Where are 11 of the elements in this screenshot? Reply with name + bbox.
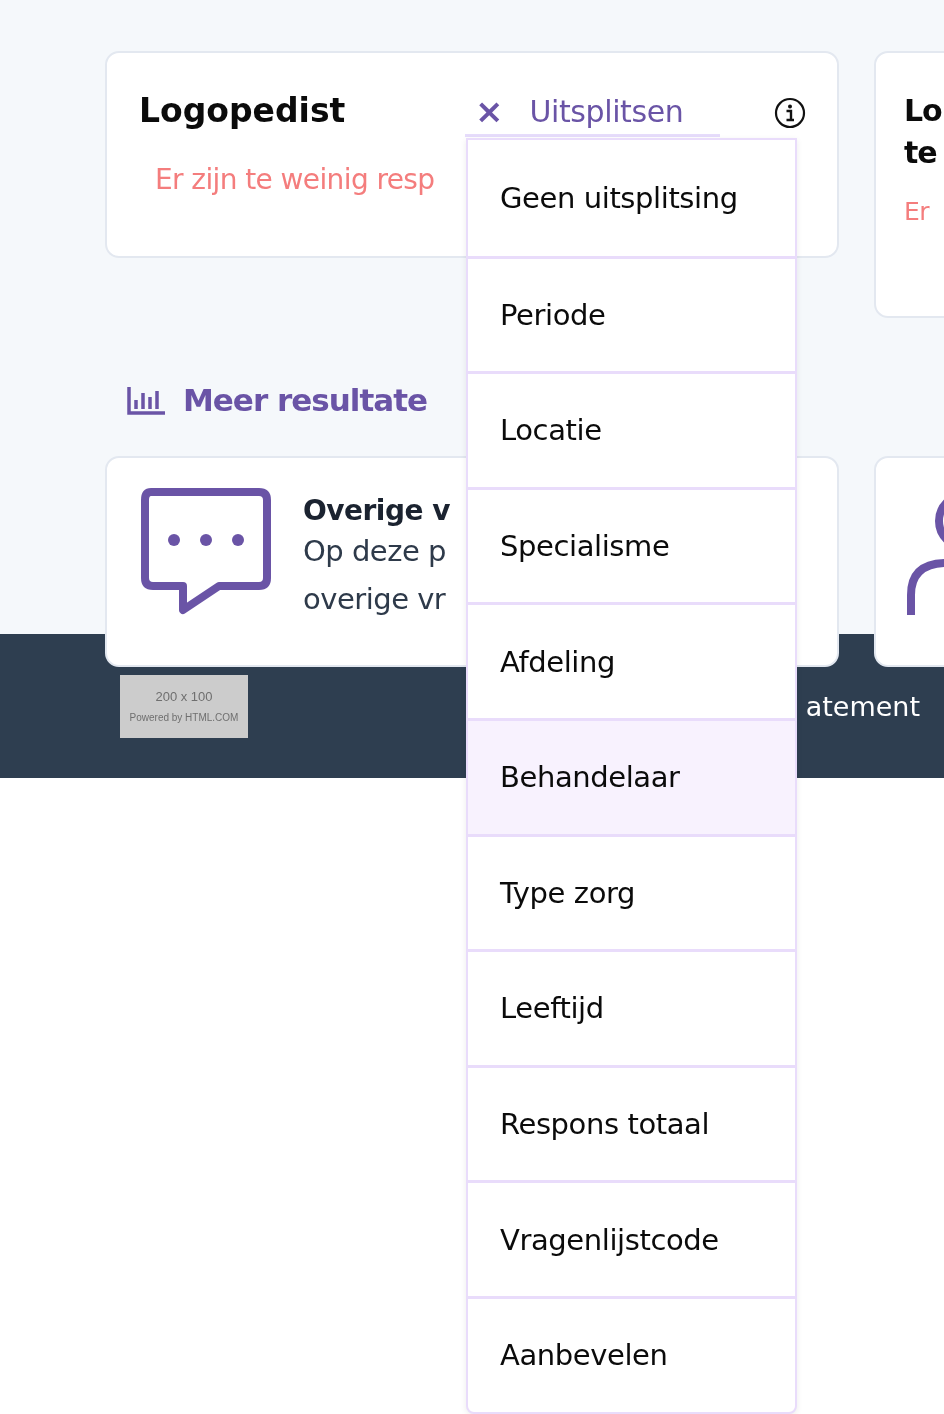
section-heading: Meer resultate — [183, 382, 428, 418]
card-title: Overige v — [303, 494, 450, 527]
warning-message: Er — [904, 197, 929, 226]
card-title: Lo — [904, 92, 942, 130]
warning-message: Er zijn te weinig resp — [155, 163, 436, 196]
card-title: Logopedist — [139, 90, 346, 132]
card-title: te — [904, 134, 937, 172]
card-text: overige vr — [303, 581, 447, 618]
placeholder-credit: Powered by HTML.COM — [129, 712, 239, 723]
placeholder-size: 200 x 100 — [155, 689, 213, 704]
card-text: Op deze p — [303, 533, 447, 570]
